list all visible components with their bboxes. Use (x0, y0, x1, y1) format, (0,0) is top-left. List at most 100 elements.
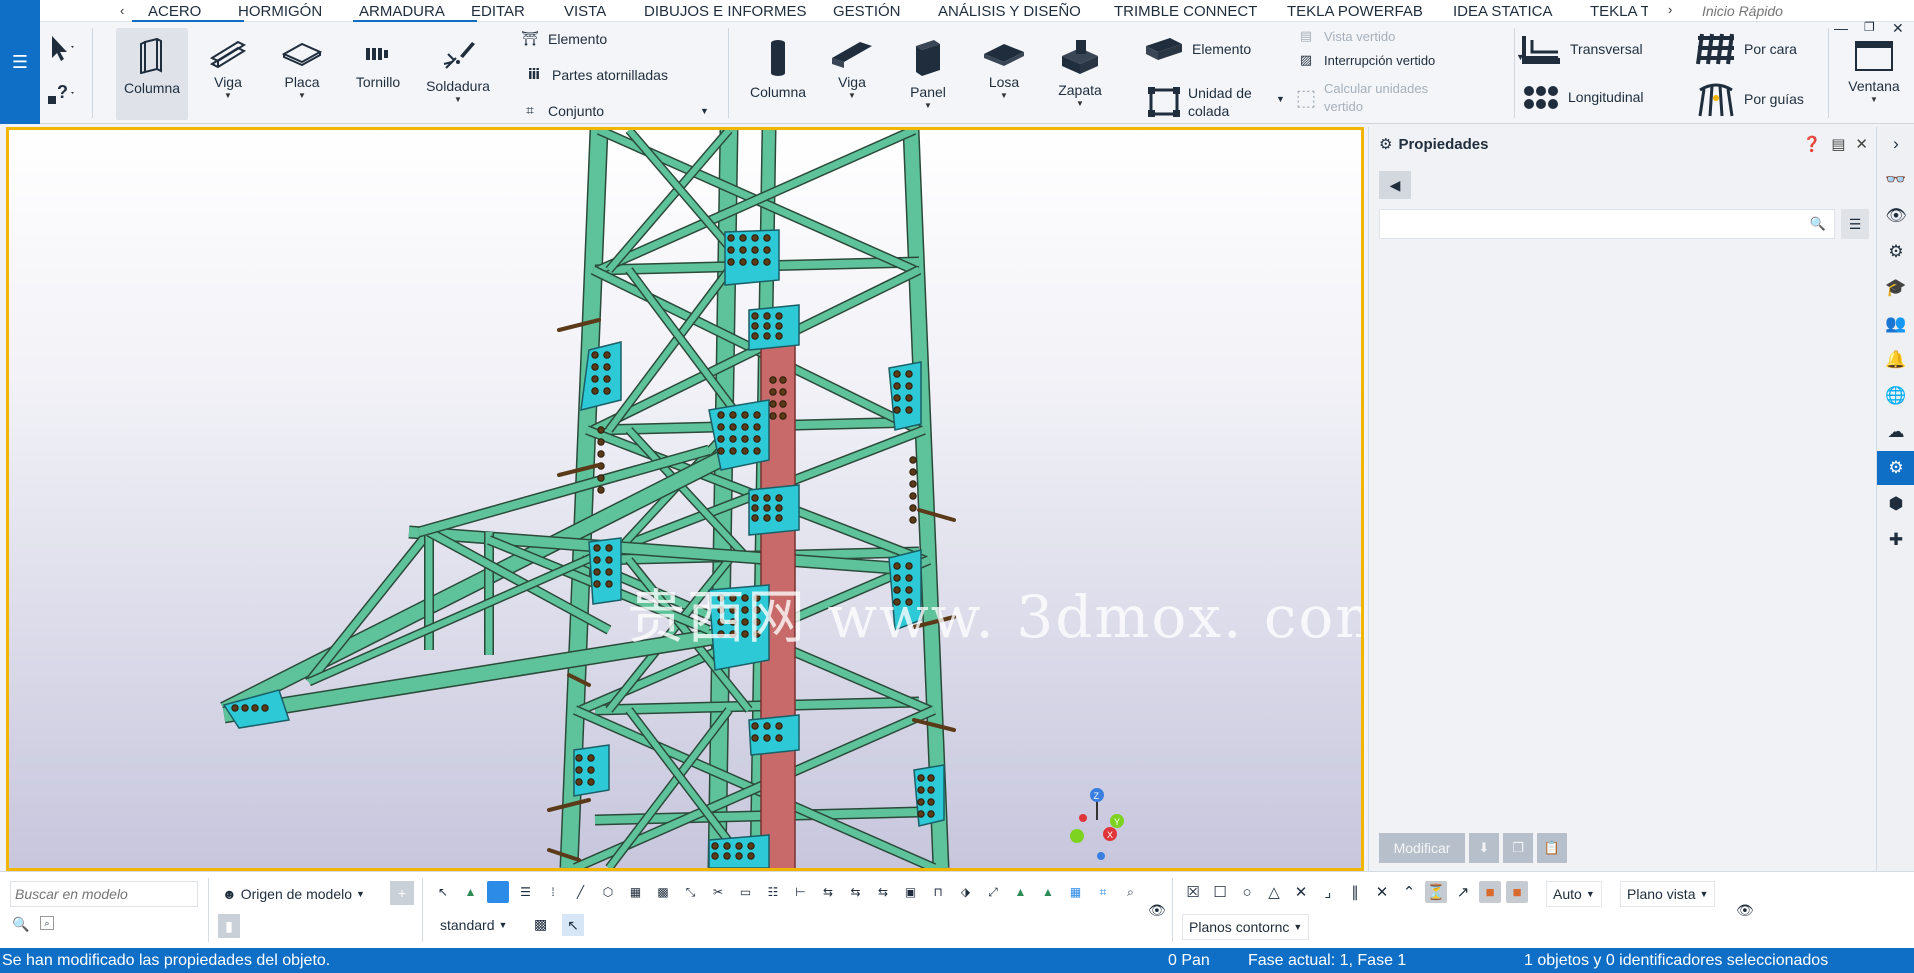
chevron-down-icon[interactable]: ▼ (1076, 99, 1084, 108)
select-rebar-set-icon[interactable]: ▲ (1010, 881, 1032, 903)
chevron-down-icon[interactable]: ▼ (1000, 91, 1008, 100)
chevron-left-icon[interactable]: ‹ (120, 3, 124, 18)
chevron-down-icon[interactable]: ▼ (224, 91, 232, 100)
tab-trimble-connect[interactable]: TRIMBLE CONNECT (1114, 0, 1287, 22)
chevron-down-icon[interactable]: ▼ (924, 101, 932, 110)
select-assembly-icon[interactable]: ⇆ (845, 881, 867, 903)
tab-editar[interactable]: EDITAR (471, 0, 564, 22)
select-reference-icon[interactable]: ▣ (900, 881, 922, 903)
snap-geometry-lines-icon[interactable]: ☐ (1209, 881, 1231, 903)
snap-midpoint-icon[interactable]: ⏳ (1425, 881, 1447, 903)
transverse-rebar-button[interactable]: Transversal (1518, 32, 1643, 66)
snap-perpendicular-icon[interactable]: ⌟ (1317, 881, 1339, 903)
concrete-column-button[interactable]: Columna (742, 28, 814, 120)
model-viewport[interactable]: Z Y X 贵西网 www. 3dmox. com (6, 127, 1364, 871)
modify-button[interactable]: Modificar (1379, 833, 1465, 863)
select-zoom-icon[interactable]: ⌕ (1120, 881, 1142, 903)
longitudinal-rebar-button[interactable]: Longitudinal (1522, 82, 1644, 112)
settings-gear-icon[interactable]: ⚙ (1877, 451, 1914, 485)
tab-armadura[interactable]: ARMADURA (353, 0, 477, 23)
snap-extension-icon[interactable]: ✕ (1371, 881, 1393, 903)
chevron-down-icon[interactable]: ▼ (848, 91, 856, 100)
chevron-right-icon[interactable]: › (1668, 2, 1672, 17)
select-points-icon[interactable]: ☷ (762, 881, 784, 903)
quick-launch-input[interactable] (1700, 1, 1906, 21)
pour-break-button[interactable]: ▨ Interrupción vertido (1296, 52, 1435, 68)
tab-vista[interactable]: VISTA (564, 0, 644, 22)
chevron-down-icon[interactable]: ▼ (454, 95, 462, 104)
snap-visibility-eye-icon[interactable]: 👁 (1736, 902, 1754, 919)
select-welds-icon[interactable]: ☰ (515, 881, 537, 903)
filter-pattern-icon[interactable]: ▩ (534, 916, 547, 933)
select-nested-icon[interactable]: ⇆ (872, 881, 894, 903)
select-objects-in-components-icon[interactable]: ⇆ (817, 881, 839, 903)
select-view-icon[interactable]: ▭ (735, 881, 757, 903)
steel-column-button[interactable]: Columna (116, 28, 188, 120)
origin-settings-icon[interactable]: ▮ (218, 914, 240, 938)
steel-beam-button[interactable]: Viga ▼ (192, 28, 264, 120)
snap-intersection-icon[interactable]: ✕ (1290, 881, 1312, 903)
select-surface-treatment-icon[interactable]: ⌗ (1092, 881, 1114, 903)
model-origin-dropdown[interactable]: ☻ Origen de modelo ▼ (216, 881, 371, 907)
steel-plate-button[interactable]: Placa ▼ (266, 28, 338, 120)
select-gridline-icon[interactable]: ▩ (652, 881, 674, 903)
select-tendon-icon[interactable]: ▦ (1065, 881, 1087, 903)
select-grid-icon[interactable]: ▦ (625, 881, 647, 903)
layout-icon[interactable]: ▤ (1831, 135, 1845, 153)
select-mesh-icon[interactable]: ▲ (1037, 881, 1059, 903)
close-icon[interactable]: ✕ (1855, 135, 1868, 153)
snap-center-icon[interactable]: △ (1263, 881, 1285, 903)
tab-acero[interactable]: ACERO (132, 0, 244, 23)
chevron-down-icon[interactable]: ▼ (1870, 95, 1878, 104)
close-window-icon[interactable]: ✕ (1892, 20, 1904, 37)
select-assemblies-icon[interactable]: ⊢ (790, 881, 812, 903)
snap-parallel-icon[interactable]: ∥ (1344, 881, 1366, 903)
assembly-button[interactable]: ⌗ Conjunto (520, 102, 604, 119)
contour-planes-dropdown[interactable]: Planos contornc ▼ (1182, 914, 1310, 940)
zoom-selection-icon[interactable]: ⌕ (40, 916, 54, 930)
restore-icon[interactable]: ❐ (1864, 20, 1875, 34)
select-arrow-icon[interactable] (46, 34, 76, 62)
snap-orange-dim-icon[interactable]: ■ (1506, 881, 1528, 903)
view-plane-dropdown[interactable]: Plano vista ▼ (1620, 881, 1716, 907)
copy-icon[interactable]: ❐ (1503, 833, 1533, 863)
footing-button[interactable]: Zapata ▼ (1044, 28, 1116, 120)
snap-any-icon[interactable]: ⌃ (1398, 881, 1420, 903)
select-help-icon[interactable]: ? (46, 80, 76, 108)
select-all-icon[interactable]: ↖ (432, 881, 454, 903)
help-settings-icon[interactable]: ⚙ (1877, 235, 1914, 269)
select-parts-icon[interactable]: ▲ (460, 881, 482, 903)
properties-search-input[interactable]: 🔍 (1379, 209, 1835, 239)
chevron-down-icon[interactable]: ▼ (700, 106, 709, 116)
list-menu-icon[interactable]: ☰ (1841, 209, 1869, 239)
auto-dropdown[interactable]: Auto ▼ (1546, 881, 1602, 907)
users-icon[interactable]: 👥 (1877, 307, 1914, 341)
pick-icon[interactable]: ⬇ (1469, 833, 1499, 863)
rebar-by-guides-button[interactable]: Por guías (1696, 80, 1832, 118)
paste-icon[interactable]: 📋 (1537, 833, 1567, 863)
collapse-chevron-icon[interactable]: › (1877, 127, 1914, 161)
select-cut-icon[interactable]: ⁞ (542, 881, 564, 903)
select-surface-icon[interactable]: ■ (487, 881, 509, 903)
pour-unit-button[interactable]: Unidad de colada (1148, 84, 1252, 120)
hamburger-menu-icon[interactable]: ☰ (0, 0, 40, 124)
calc-pour-units-button[interactable]: ⬚ Calcular unidades vertido (1296, 80, 1428, 116)
bolted-parts-button[interactable]: ⅲ Partes atornilladas (524, 66, 668, 83)
cloud-icon[interactable]: ☁ (1877, 415, 1914, 449)
snap-direction-icon[interactable]: ↗ (1452, 881, 1474, 903)
learning-cap-icon[interactable]: 🎓 (1877, 271, 1914, 305)
window-button[interactable]: Ventana ▼ (1836, 28, 1912, 120)
tab-dibujos-informes[interactable]: DIBUJOS E INFORMES (644, 0, 833, 22)
tab-hormigon[interactable]: HORMIGÓN (238, 0, 359, 22)
cube-icon[interactable]: ⬢ (1877, 487, 1914, 521)
snap-nearest-icon[interactable]: ○ (1236, 881, 1258, 903)
bolt-button[interactable]: Tornillo (342, 28, 414, 120)
select-line-icon[interactable]: ╱ (570, 881, 592, 903)
select-component-icon[interactable]: ⬡ (597, 881, 619, 903)
rebar-by-face-button[interactable]: Por cara (1696, 30, 1797, 68)
add-components-icon[interactable]: ✚ (1877, 523, 1914, 557)
snap-reference-lines-icon[interactable]: ☒ (1182, 881, 1204, 903)
tab-gestion[interactable]: GESTIÓN (833, 0, 938, 22)
panel-button[interactable]: Panel ▼ (892, 28, 964, 120)
chevron-down-icon[interactable]: ▼ (298, 91, 306, 100)
